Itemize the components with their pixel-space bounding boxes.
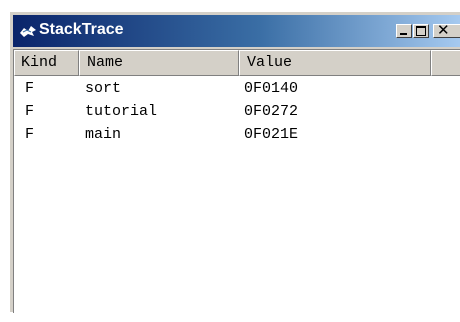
column-header-extra[interactable] — [431, 50, 460, 76]
cell-kind: F — [25, 103, 35, 120]
cell-name: main — [85, 126, 122, 143]
cell-name: tutorial — [85, 103, 158, 120]
stack-trace-list[interactable]: Kind Name Value F sort 0F0140 F tutorial… — [13, 49, 460, 313]
column-header-value[interactable]: Value — [239, 50, 431, 76]
stacktrace-app-icon[interactable] — [19, 22, 37, 40]
cell-value: 0F021E — [244, 126, 299, 143]
column-header-bar: Kind Name Value — [14, 50, 460, 76]
cell-value: 0F0272 — [244, 103, 299, 120]
column-header-kind[interactable]: Kind — [14, 50, 79, 76]
cell-kind: F — [25, 80, 35, 97]
close-button[interactable]: ✕ — [433, 21, 460, 39]
title-bar[interactable]: StackTrace ✕ — [13, 15, 460, 47]
table-row[interactable]: F sort 0F0140 — [14, 77, 460, 100]
cell-kind: F — [25, 126, 35, 143]
column-header-name[interactable]: Name — [79, 50, 239, 76]
table-row[interactable]: F main 0F021E — [14, 123, 460, 146]
cell-name: sort — [85, 80, 122, 97]
table-row[interactable]: F tutorial 0F0272 — [14, 100, 460, 123]
cell-value: 0F0140 — [244, 80, 299, 97]
maximize-button[interactable] — [413, 24, 429, 38]
window-title: StackTrace — [39, 21, 124, 38]
stacktrace-window: StackTrace ✕ Kind Name Value F sort 0F01… — [10, 12, 460, 313]
close-icon: ✕ — [437, 21, 450, 39]
minimize-button[interactable] — [396, 24, 412, 38]
